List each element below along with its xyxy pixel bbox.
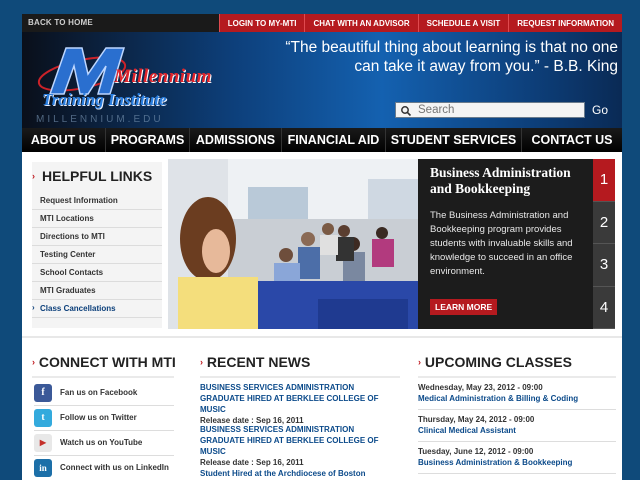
nav-student-services[interactable]: STUDENT SERVICES xyxy=(386,128,522,152)
nav-programs[interactable]: PROGRAMS xyxy=(106,128,190,152)
helpful-links-list: Request Information MTI Locations Direct… xyxy=(32,192,162,318)
slide-pager-2[interactable]: 2 xyxy=(593,202,615,244)
nav-contact-us[interactable]: CONTACT US xyxy=(522,128,622,152)
header-quote: “The beautiful thing about learning is t… xyxy=(285,39,618,75)
slide-pager-4[interactable]: 4 xyxy=(593,287,615,329)
logo-subname-text: Training Institute xyxy=(42,90,167,109)
link-school-contacts[interactable]: School Contacts xyxy=(32,264,162,282)
header: Millennium Training Institute MILLENNIUM… xyxy=(22,32,622,128)
logo-name-text: Millennium xyxy=(114,66,212,87)
news-rule xyxy=(200,376,400,378)
news-title-text: RECENT NEWS xyxy=(206,354,311,370)
slide-pager-1[interactable]: 1 xyxy=(593,159,615,202)
twitter-icon: t xyxy=(34,409,52,427)
link-class-cancellations-text: Class Cancellations xyxy=(40,304,116,313)
facebook-row[interactable]: f Fan us on Facebook xyxy=(34,382,174,406)
top-bar: BACK TO HOME LOGIN TO MY-MTI CHAT WITH A… xyxy=(22,14,622,32)
top-links: LOGIN TO MY-MTI CHAT WITH AN ADVISOR SCH… xyxy=(218,14,622,32)
connect-rule xyxy=(32,376,174,378)
facebook-icon: f xyxy=(34,384,52,402)
featured-slider: Business Administration and Bookkeeping … xyxy=(168,159,615,329)
class-item: Wednesday, May 23, 2012 - 09:00 Medical … xyxy=(418,382,616,410)
linkedin-label: Connect with us on LinkedIn xyxy=(60,463,169,472)
search-icon xyxy=(401,106,412,117)
youtube-icon: ▶ xyxy=(34,434,52,452)
nav-financial-aid[interactable]: FINANCIAL AID xyxy=(282,128,386,152)
news-item-date: Release date : Sep 16, 2011 xyxy=(200,458,304,467)
news-item: BUSINESS SERVICES ADMINISTRATION GRADUAT… xyxy=(200,382,400,426)
slide-pager-3[interactable]: 3 xyxy=(593,244,615,287)
connect-title-text: CONNECT WITH MTI xyxy=(38,354,176,370)
news-title: › RECENT NEWS xyxy=(200,354,310,370)
search-box xyxy=(395,102,585,118)
search-input[interactable] xyxy=(418,103,578,117)
nav-admissions[interactable]: ADMISSIONS xyxy=(190,128,282,152)
slide-caption: Business Administration and Bookkeeping … xyxy=(418,159,593,329)
nav-about-us[interactable]: ABOUT US xyxy=(22,128,106,152)
search-go-button[interactable]: Go xyxy=(592,103,608,117)
chevron-right-icon: › xyxy=(32,303,35,312)
class-name[interactable]: Clinical Medical Assistant xyxy=(418,425,616,436)
link-request-information[interactable]: Request Information xyxy=(32,192,162,210)
news-item-title[interactable]: Student Hired at the Archdiocese of Bost… xyxy=(200,468,400,479)
class-name[interactable]: Business Administration & Bookkeeping xyxy=(418,457,616,468)
class-item: Tuesday, June 12, 2012 - 09:00 Business … xyxy=(418,446,616,474)
page: BACK TO HOME LOGIN TO MY-MTI CHAT WITH A… xyxy=(22,14,622,480)
news-item: BUSINESS SERVICES ADMINISTRATION GRADUAT… xyxy=(200,424,400,468)
chat-advisor-link[interactable]: CHAT WITH AN ADVISOR xyxy=(304,14,418,32)
class-date: Thursday, May 24, 2012 - 09:00 xyxy=(418,415,535,424)
helpful-links-panel: › HELPFUL LINKS Request Information MTI … xyxy=(32,162,162,328)
helpful-links-title-text: HELPFUL LINKS xyxy=(42,168,153,184)
youtube-row[interactable]: ▶ Watch us on YouTube xyxy=(34,432,174,456)
bottom-sections: › CONNECT WITH MTI f Fan us on Facebook … xyxy=(22,336,622,480)
linkedin-row[interactable]: in Connect with us on LinkedIn xyxy=(34,457,174,480)
class-item: Thursday, May 24, 2012 - 09:00 Clinical … xyxy=(418,414,616,442)
link-mti-graduates[interactable]: MTI Graduates xyxy=(32,282,162,300)
class-date: Tuesday, June 12, 2012 - 09:00 xyxy=(418,447,534,456)
youtube-label: Watch us on YouTube xyxy=(60,438,143,447)
link-directions[interactable]: Directions to MTI xyxy=(32,228,162,246)
connect-title: › CONNECT WITH MTI xyxy=(32,354,176,370)
arrow-icon: › xyxy=(32,357,35,367)
twitter-row[interactable]: t Follow us on Twitter xyxy=(34,407,174,431)
classes-rule xyxy=(418,376,616,378)
learn-more-button[interactable]: LEARN MORE xyxy=(430,299,498,315)
twitter-label: Follow us on Twitter xyxy=(60,413,137,422)
request-info-link[interactable]: REQUEST INFORMATION xyxy=(508,14,622,32)
news-item-title[interactable]: BUSINESS SERVICES ADMINISTRATION GRADUAT… xyxy=(200,382,400,415)
facebook-label: Fan us on Facebook xyxy=(60,388,138,397)
linkedin-icon: in xyxy=(34,459,52,477)
arrow-icon: › xyxy=(418,357,421,367)
arrow-icon: › xyxy=(200,357,203,367)
classes-title: › UPCOMING CLASSES xyxy=(418,354,572,370)
schedule-visit-link[interactable]: SCHEDULE A VISIT xyxy=(417,14,509,32)
news-item: Student Hired at the Archdiocese of Bost… xyxy=(200,468,400,479)
back-to-home-link[interactable]: BACK TO HOME xyxy=(28,18,93,27)
classroom-photo xyxy=(168,159,418,329)
news-item-title[interactable]: BUSINESS SERVICES ADMINISTRATION GRADUAT… xyxy=(200,424,400,457)
slide-description: The Business Administration and Bookkeep… xyxy=(430,210,573,277)
main-nav: ABOUT US PROGRAMS ADMISSIONS FINANCIAL A… xyxy=(22,128,622,152)
slide-title: Business Administration and Bookkeeping xyxy=(430,165,571,196)
link-class-cancellations[interactable]: › Class Cancellations xyxy=(32,300,162,318)
logo-domain-text: MILLENNIUM.EDU xyxy=(36,114,164,125)
login-link[interactable]: LOGIN TO MY-MTI xyxy=(218,14,305,32)
class-name[interactable]: Medical Administration & Billing & Codin… xyxy=(418,393,616,404)
link-testing-center[interactable]: Testing Center xyxy=(32,246,162,264)
classes-title-text: UPCOMING CLASSES xyxy=(424,354,572,370)
link-mti-locations[interactable]: MTI Locations xyxy=(32,210,162,228)
arrow-icon: › xyxy=(32,171,35,181)
slide-pager: 1 2 3 4 xyxy=(593,159,615,329)
class-date: Wednesday, May 23, 2012 - 09:00 xyxy=(418,383,543,392)
helpful-links-title: › HELPFUL LINKS xyxy=(32,168,152,184)
